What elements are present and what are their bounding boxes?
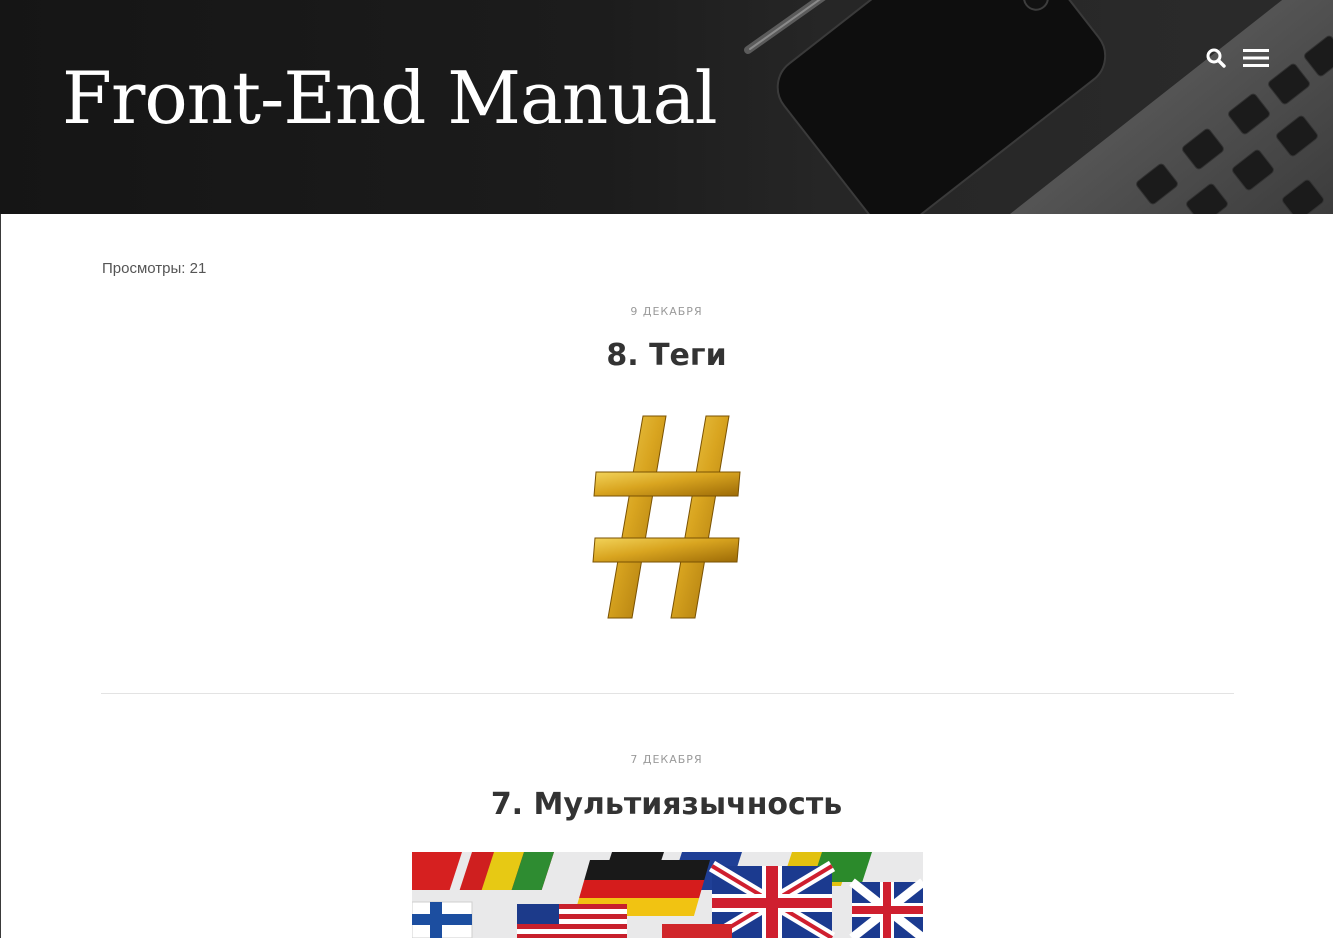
- post-thumbnail-flags[interactable]: [412, 852, 923, 938]
- post-title[interactable]: 8. Теги: [0, 338, 1333, 373]
- header-tools: [1206, 48, 1269, 72]
- post-date: 7 декабря: [630, 753, 703, 766]
- post-thumbnail-hash[interactable]: [588, 410, 748, 625]
- site-header: Front-End Manual: [0, 0, 1333, 214]
- menu-icon[interactable]: [1243, 48, 1269, 72]
- site-title[interactable]: Front-End Manual: [62, 62, 718, 134]
- search-icon[interactable]: [1206, 48, 1226, 72]
- post-title[interactable]: 7. Мультиязычность: [0, 787, 1333, 822]
- post-date: 9 декабря: [630, 305, 703, 318]
- post-divider: [101, 693, 1234, 694]
- view-count: Просмотры: 21: [102, 260, 207, 277]
